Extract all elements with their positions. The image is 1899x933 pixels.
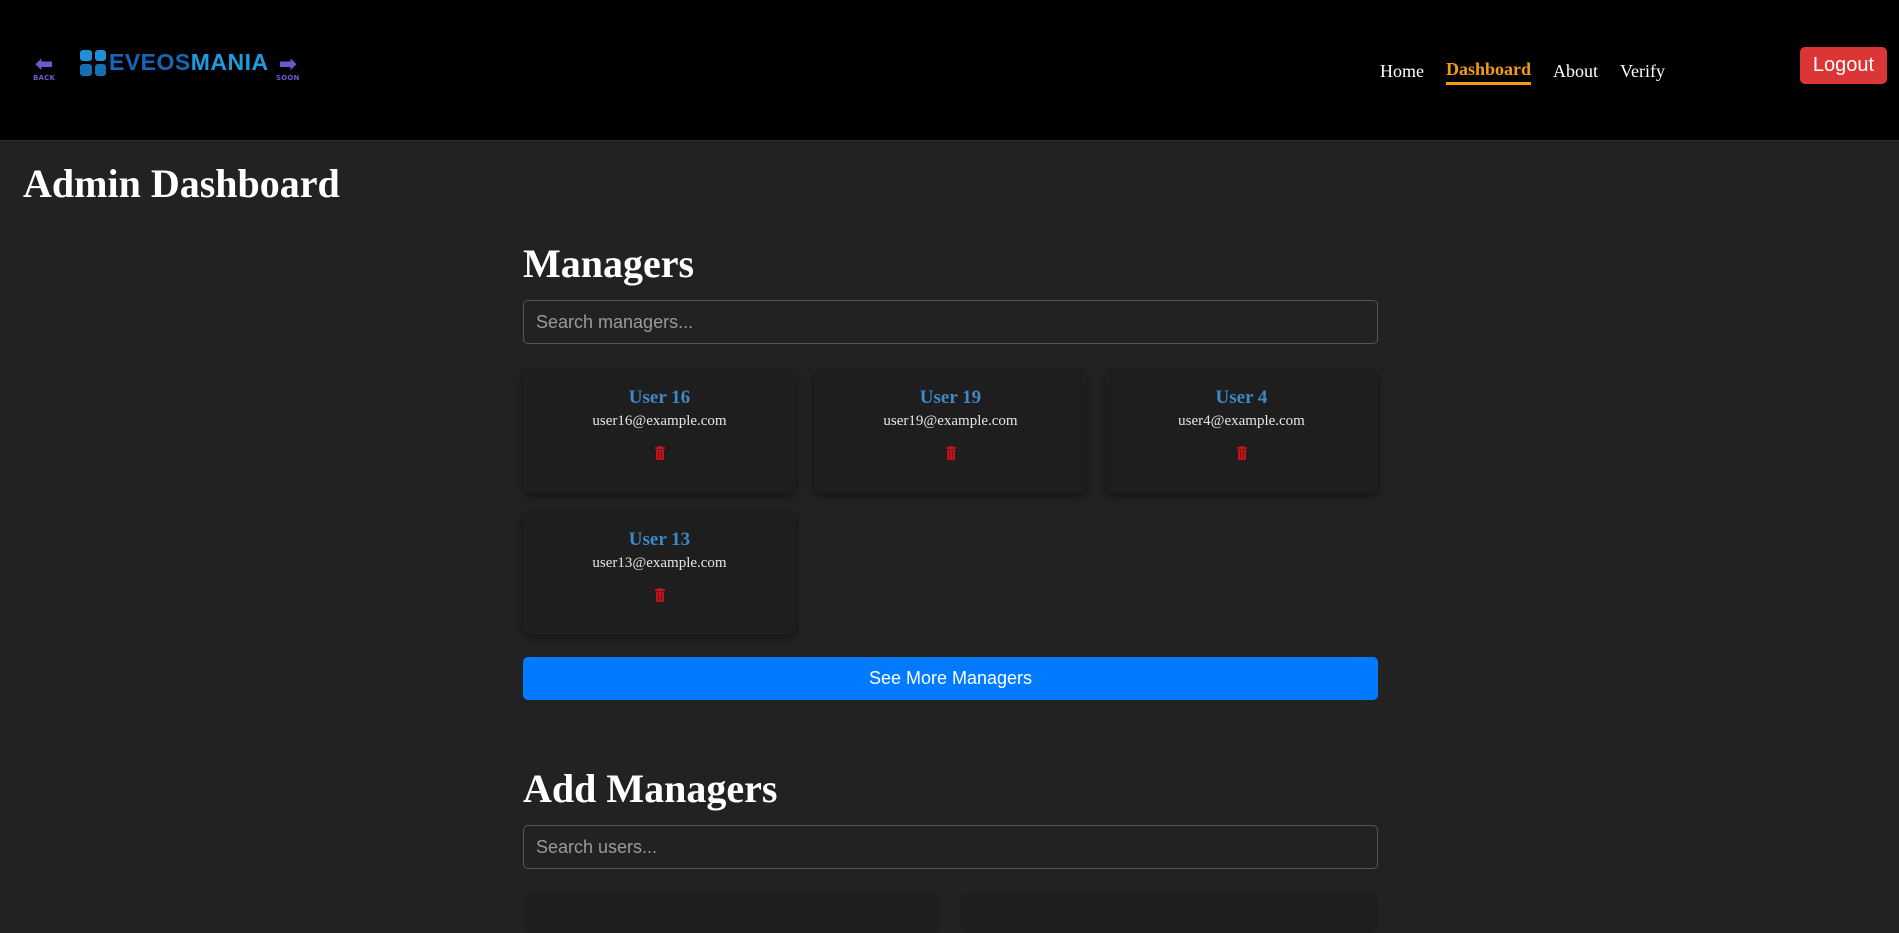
nav-link-dashboard[interactable]: Dashboard bbox=[1445, 59, 1532, 85]
nav-link-verify[interactable]: Verify bbox=[1620, 61, 1665, 84]
user-card bbox=[523, 893, 941, 933]
manager-email: user19@example.com bbox=[883, 413, 1018, 429]
manager-name[interactable]: User 16 bbox=[523, 387, 796, 409]
manager-name[interactable]: User 4 bbox=[1105, 387, 1378, 409]
logo[interactable]: EVEOSMANIA bbox=[80, 49, 269, 76]
back-label: BACK bbox=[33, 74, 56, 82]
manager-name[interactable]: User 13 bbox=[523, 529, 796, 551]
manager-email: user16@example.com bbox=[592, 413, 727, 429]
trash-icon[interactable] bbox=[945, 446, 956, 460]
users-search-input[interactable] bbox=[523, 825, 1378, 869]
nav-menu: Home Dashboard About Verify bbox=[1380, 47, 1665, 85]
managers-search-input[interactable] bbox=[523, 300, 1378, 344]
trash-icon[interactable] bbox=[654, 446, 665, 460]
managers-section-title: Managers bbox=[523, 241, 695, 286]
logo-icon bbox=[80, 49, 106, 76]
logo-text-part2: MANIA bbox=[190, 49, 269, 75]
user-card bbox=[960, 893, 1378, 933]
trash-icon[interactable] bbox=[1236, 446, 1247, 460]
top-navbar: ⬅ BACK EVEOSMANIA ➡ SOON Home Dashboard … bbox=[0, 0, 1899, 141]
manager-card: User 19 user19@example.com bbox=[814, 369, 1087, 493]
manager-card: User 16 user16@example.com bbox=[523, 369, 796, 493]
manager-name[interactable]: User 19 bbox=[814, 387, 1087, 409]
manager-card: User 13 user13@example.com bbox=[523, 511, 796, 635]
page-title: Admin Dashboard bbox=[23, 161, 340, 206]
arrow-left-icon: ⬅ bbox=[34, 52, 54, 77]
trash-icon[interactable] bbox=[654, 588, 665, 602]
soon-button[interactable]: ➡ SOON bbox=[276, 52, 300, 83]
see-more-managers-button[interactable]: See More Managers bbox=[523, 657, 1378, 700]
nav-link-about[interactable]: About bbox=[1553, 61, 1598, 84]
logo-text-part1: EVEOS bbox=[109, 49, 191, 75]
manager-email: user4@example.com bbox=[1178, 413, 1305, 429]
add-managers-section-title: Add Managers bbox=[523, 766, 778, 811]
manager-card: User 4 user4@example.com bbox=[1105, 369, 1378, 493]
logout-button[interactable]: Logout bbox=[1800, 47, 1887, 84]
arrow-right-icon: ➡ bbox=[278, 52, 298, 77]
soon-label: SOON bbox=[276, 74, 300, 82]
nav-link-home[interactable]: Home bbox=[1380, 61, 1424, 84]
back-button[interactable]: ⬅ BACK bbox=[33, 52, 56, 83]
manager-email: user13@example.com bbox=[592, 555, 727, 571]
